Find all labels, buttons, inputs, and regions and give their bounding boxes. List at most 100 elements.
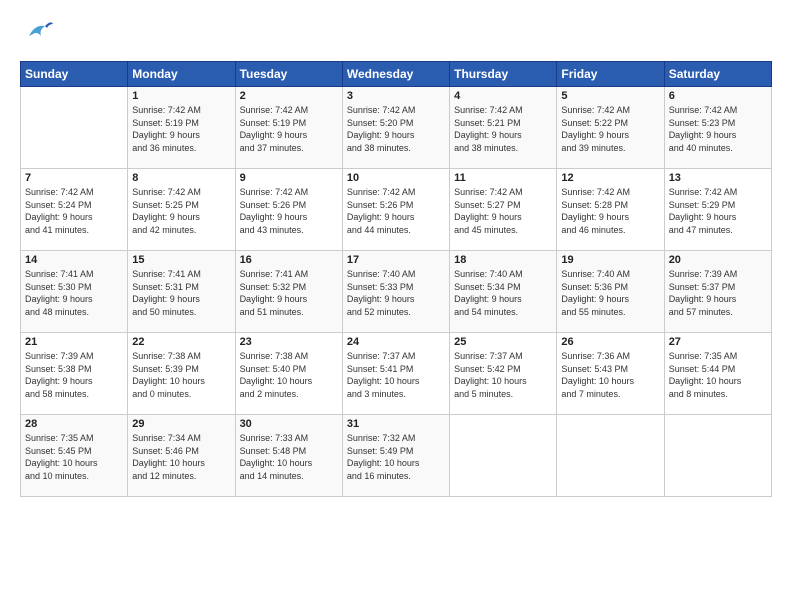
day-cell: 30 Sunrise: 7:33 AMSunset: 5:48 PMDayligh… [235, 415, 342, 497]
day-number: 16 [240, 254, 338, 266]
day-cell: 13 Sunrise: 7:42 AMSunset: 5:29 PMDayligh… [664, 169, 771, 251]
day-number: 5 [561, 90, 659, 102]
day-info: Sunrise: 7:42 AMSunset: 5:26 PMDaylight:… [240, 186, 338, 236]
day-info: Sunrise: 7:39 AMSunset: 5:38 PMDaylight:… [25, 350, 123, 400]
day-cell: 17 Sunrise: 7:40 AMSunset: 5:33 PMDayligh… [342, 251, 449, 333]
day-cell [21, 87, 128, 169]
day-info: Sunrise: 7:42 AMSunset: 5:26 PMDaylight:… [347, 186, 445, 236]
day-cell: 26 Sunrise: 7:36 AMSunset: 5:43 PMDayligh… [557, 333, 664, 415]
day-info: Sunrise: 7:41 AMSunset: 5:31 PMDaylight:… [132, 268, 230, 318]
day-number: 15 [132, 254, 230, 266]
day-info: Sunrise: 7:42 AMSunset: 5:25 PMDaylight:… [132, 186, 230, 236]
day-number: 6 [669, 90, 767, 102]
day-info: Sunrise: 7:33 AMSunset: 5:48 PMDaylight:… [240, 432, 338, 482]
day-number: 9 [240, 172, 338, 184]
day-cell: 10 Sunrise: 7:42 AMSunset: 5:26 PMDayligh… [342, 169, 449, 251]
week-row-3: 21 Sunrise: 7:39 AMSunset: 5:38 PMDayligh… [21, 333, 772, 415]
day-number: 11 [454, 172, 552, 184]
day-info: Sunrise: 7:41 AMSunset: 5:30 PMDaylight:… [25, 268, 123, 318]
day-cell [664, 415, 771, 497]
day-number: 31 [347, 418, 445, 430]
day-cell [557, 415, 664, 497]
day-info: Sunrise: 7:42 AMSunset: 5:21 PMDaylight:… [454, 104, 552, 154]
day-cell: 28Sunrise: 7:35 AMSunset: 5:45 PMDayligh… [21, 415, 128, 497]
day-info: Sunrise: 7:40 AMSunset: 5:33 PMDaylight:… [347, 268, 445, 318]
day-number: 3 [347, 90, 445, 102]
day-number: 13 [669, 172, 767, 184]
day-info: Sunrise: 7:36 AMSunset: 5:43 PMDaylight:… [561, 350, 659, 400]
day-cell: 12 Sunrise: 7:42 AMSunset: 5:28 PMDayligh… [557, 169, 664, 251]
day-number: 21 [25, 336, 123, 348]
day-info: Sunrise: 7:42 AMSunset: 5:24 PMDaylight:… [25, 186, 123, 236]
page: SundayMondayTuesdayWednesdayThursdayFrid… [0, 0, 792, 612]
day-number: 19 [561, 254, 659, 266]
day-number: 23 [240, 336, 338, 348]
col-header-saturday: Saturday [664, 62, 771, 87]
day-number: 29 [132, 418, 230, 430]
day-number: 12 [561, 172, 659, 184]
day-cell: 5 Sunrise: 7:42 AMSunset: 5:22 PMDaylight… [557, 87, 664, 169]
day-number: 26 [561, 336, 659, 348]
day-info: Sunrise: 7:40 AMSunset: 5:36 PMDaylight:… [561, 268, 659, 318]
day-cell: 6 Sunrise: 7:42 AMSunset: 5:23 PMDaylight… [664, 87, 771, 169]
day-cell: 8 Sunrise: 7:42 AMSunset: 5:25 PMDaylight… [128, 169, 235, 251]
day-cell: 19 Sunrise: 7:40 AMSunset: 5:36 PMDayligh… [557, 251, 664, 333]
day-cell: 15 Sunrise: 7:41 AMSunset: 5:31 PMDayligh… [128, 251, 235, 333]
day-number: 1 [132, 90, 230, 102]
day-info: Sunrise: 7:42 AMSunset: 5:23 PMDaylight:… [669, 104, 767, 154]
day-info: Sunrise: 7:42 AMSunset: 5:29 PMDaylight:… [669, 186, 767, 236]
header-row: SundayMondayTuesdayWednesdayThursdayFrid… [21, 62, 772, 87]
day-number: 24 [347, 336, 445, 348]
day-cell: 18Sunrise: 7:40 AMSunset: 5:34 PMDayligh… [450, 251, 557, 333]
day-info: Sunrise: 7:42 AMSunset: 5:19 PMDaylight:… [132, 104, 230, 154]
day-number: 18 [454, 254, 552, 266]
day-cell: 25Sunrise: 7:37 AMSunset: 5:42 PMDayligh… [450, 333, 557, 415]
col-header-monday: Monday [128, 62, 235, 87]
day-number: 8 [132, 172, 230, 184]
day-number: 30 [240, 418, 338, 430]
col-header-sunday: Sunday [21, 62, 128, 87]
day-cell: 20Sunrise: 7:39 AMSunset: 5:37 PMDayligh… [664, 251, 771, 333]
day-number: 25 [454, 336, 552, 348]
day-cell: 11 Sunrise: 7:42 AMSunset: 5:27 PMDayligh… [450, 169, 557, 251]
day-number: 7 [25, 172, 123, 184]
day-cell: 31 Sunrise: 7:32 AMSunset: 5:49 PMDayligh… [342, 415, 449, 497]
day-cell: 7 Sunrise: 7:42 AMSunset: 5:24 PMDaylight… [21, 169, 128, 251]
day-cell: 16 Sunrise: 7:41 AMSunset: 5:32 PMDayligh… [235, 251, 342, 333]
day-number: 28 [25, 418, 123, 430]
day-info: Sunrise: 7:42 AMSunset: 5:27 PMDaylight:… [454, 186, 552, 236]
day-info: Sunrise: 7:42 AMSunset: 5:20 PMDaylight:… [347, 104, 445, 154]
week-row-0: 1 Sunrise: 7:42 AMSunset: 5:19 PMDaylight… [21, 87, 772, 169]
day-info: Sunrise: 7:42 AMSunset: 5:22 PMDaylight:… [561, 104, 659, 154]
col-header-friday: Friday [557, 62, 664, 87]
day-cell: 27Sunrise: 7:35 AMSunset: 5:44 PMDayligh… [664, 333, 771, 415]
day-info: Sunrise: 7:41 AMSunset: 5:32 PMDaylight:… [240, 268, 338, 318]
day-cell: 21 Sunrise: 7:39 AMSunset: 5:38 PMDayligh… [21, 333, 128, 415]
day-info: Sunrise: 7:32 AMSunset: 5:49 PMDaylight:… [347, 432, 445, 482]
day-number: 10 [347, 172, 445, 184]
day-info: Sunrise: 7:38 AMSunset: 5:40 PMDaylight:… [240, 350, 338, 400]
day-info: Sunrise: 7:42 AMSunset: 5:28 PMDaylight:… [561, 186, 659, 236]
week-row-2: 14Sunrise: 7:41 AMSunset: 5:30 PMDayligh… [21, 251, 772, 333]
day-cell: 2 Sunrise: 7:42 AMSunset: 5:19 PMDaylight… [235, 87, 342, 169]
day-info: Sunrise: 7:35 AMSunset: 5:44 PMDaylight:… [669, 350, 767, 400]
calendar-table: SundayMondayTuesdayWednesdayThursdayFrid… [20, 61, 772, 497]
logo-bird-icon [25, 16, 55, 51]
day-cell: 1 Sunrise: 7:42 AMSunset: 5:19 PMDaylight… [128, 87, 235, 169]
col-header-tuesday: Tuesday [235, 62, 342, 87]
day-cell: 29 Sunrise: 7:34 AMSunset: 5:46 PMDayligh… [128, 415, 235, 497]
day-number: 4 [454, 90, 552, 102]
header [20, 16, 772, 51]
day-info: Sunrise: 7:39 AMSunset: 5:37 PMDaylight:… [669, 268, 767, 318]
day-cell: 9 Sunrise: 7:42 AMSunset: 5:26 PMDaylight… [235, 169, 342, 251]
day-number: 17 [347, 254, 445, 266]
day-number: 2 [240, 90, 338, 102]
day-info: Sunrise: 7:34 AMSunset: 5:46 PMDaylight:… [132, 432, 230, 482]
day-info: Sunrise: 7:42 AMSunset: 5:19 PMDaylight:… [240, 104, 338, 154]
col-header-thursday: Thursday [450, 62, 557, 87]
day-info: Sunrise: 7:37 AMSunset: 5:41 PMDaylight:… [347, 350, 445, 400]
day-info: Sunrise: 7:38 AMSunset: 5:39 PMDaylight:… [132, 350, 230, 400]
day-cell: 24 Sunrise: 7:37 AMSunset: 5:41 PMDayligh… [342, 333, 449, 415]
day-cell: 23 Sunrise: 7:38 AMSunset: 5:40 PMDayligh… [235, 333, 342, 415]
day-cell: 3 Sunrise: 7:42 AMSunset: 5:20 PMDaylight… [342, 87, 449, 169]
